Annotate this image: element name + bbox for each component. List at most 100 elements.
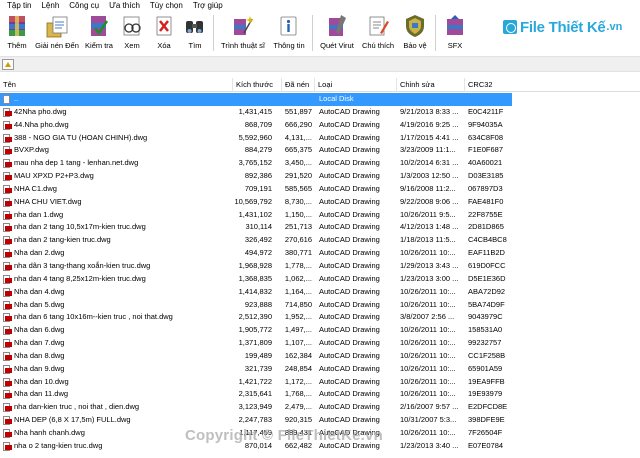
up-folder-button[interactable] [2, 59, 14, 70]
column-crc32[interactable]: CRC32 [464, 78, 512, 92]
menu-tools[interactable]: Công cụ [64, 0, 104, 12]
dwg-file-icon [2, 236, 12, 246]
parent-folder-row[interactable]: .. Local Disk [0, 93, 512, 106]
file-row[interactable]: 42Nha pho.dwg 1,431,415 551,897 AutoCAD Dra… [0, 106, 640, 119]
test-button[interactable]: Kiểm tra [82, 12, 116, 54]
wizard-button[interactable]: Trình thuật sĩ [217, 12, 269, 54]
file-row[interactable]: MAU XPXD P2+P3.dwg 892,386 291,520 AutoCAD … [0, 170, 640, 183]
file-row[interactable]: NHA C1.dwg 709,191 585,565 AutoCAD Drawing 9… [0, 183, 640, 196]
file-type: AutoCAD Drawing [319, 338, 380, 348]
menu-file[interactable]: Tập tin [2, 0, 36, 12]
file-row[interactable]: nha dân 3 tang-thang xoắn-kien truc.dwg 1… [0, 260, 640, 273]
column-modified[interactable]: Chỉnh sửa [396, 78, 464, 92]
file-crc32: 40A60021 [468, 158, 503, 168]
find-button[interactable]: Tìm [180, 12, 210, 54]
add-button[interactable]: Thêm [2, 12, 32, 54]
file-type: AutoCAD Drawing [319, 119, 380, 129]
file-size: 709,191 [244, 183, 272, 193]
file-modified: 10/26/2011 10:... [400, 286, 456, 296]
file-row[interactable]: nha dan 1.dwg 1,431,102 1,150,... AutoCAD D… [0, 209, 640, 222]
file-crc32: 99232757 [468, 338, 502, 348]
file-modified: 10/26/2011 10:... [400, 376, 456, 386]
comment-button[interactable]: Chú thích [358, 12, 398, 54]
column-size[interactable]: Kích thước [232, 78, 276, 92]
file-name: Nha dan 4.dwg [14, 286, 65, 296]
test-icon [87, 13, 111, 39]
file-type: AutoCAD Drawing [319, 350, 380, 360]
file-packed-size: 1,497,... [284, 325, 312, 335]
delete-button[interactable]: Xóa [148, 12, 180, 54]
file-packed-size: 920,315 [284, 415, 312, 425]
menu-favorites[interactable]: Ưa thích [104, 0, 145, 12]
add-label: Thêm [7, 41, 27, 50]
file-name: Nha dan 9.dwg [14, 363, 65, 373]
file-row[interactable]: Nha dan 11.dwg 2,315,641 1,768,... AutoCAD … [0, 388, 640, 401]
file-size: 1,431,415 [238, 106, 272, 116]
column-packed[interactable]: Đã nén [281, 78, 314, 92]
file-packed-size: 4,131,... [284, 132, 312, 142]
dwg-file-icon [2, 351, 12, 361]
file-packed-size: 1,062,... [284, 273, 312, 283]
virus-scan-button[interactable]: Quét Virut [316, 12, 358, 54]
file-size: 5,592,960 [238, 132, 272, 142]
file-size: 2,247,783 [238, 415, 272, 425]
address-bar [0, 56, 640, 72]
file-row[interactable]: Nha dan 4.dwg 1,414,832 1,164,... AutoCAD D… [0, 286, 640, 299]
file-row[interactable]: Nha dan 10.dwg 1,421,722 1,172,... AutoCAD … [0, 376, 640, 389]
file-packed-size: 3,450,... [284, 158, 312, 168]
menu-options[interactable]: Tùy chọn [145, 0, 188, 12]
file-modified: 10/2/2014 6:31 ... [400, 158, 459, 168]
logo-text-file: File [520, 18, 545, 36]
file-modified: 1/23/2013 3:40 ... [400, 440, 459, 450]
dwg-file-icon [2, 428, 12, 438]
file-row[interactable]: 44.Nha pho.dwg 868,709 666,290 AutoCAD Draw… [0, 119, 640, 132]
file-row[interactable]: nha dan 4 tang 8,25x12m-kien truc.dwg 1,3… [0, 273, 640, 286]
file-size: 1,431,102 [238, 209, 272, 219]
file-row[interactable]: Nha dan 9.dwg 321,739 248,854 AutoCAD Drawi… [0, 363, 640, 376]
dwg-file-icon [2, 197, 12, 207]
file-name: nha dan 4 tang 8,25x12m-kien truc.dwg [14, 273, 146, 283]
file-row[interactable]: nha dan 2 tang-kien truc.dwg 326,492 270,6… [0, 234, 640, 247]
file-type: AutoCAD Drawing [319, 363, 380, 373]
file-row[interactable]: mau nha dep 1 tang - lenhan.net.dwg 3,765… [0, 157, 640, 170]
file-row[interactable]: NHA CHU VIET.dwg 10,569,792 8,730,... AutoC… [0, 196, 640, 209]
dwg-file-icon [2, 364, 12, 374]
sfx-button[interactable]: SFX [439, 12, 471, 54]
file-row[interactable]: Nha dan 6.dwg 1,905,772 1,497,... AutoCAD D… [0, 324, 640, 337]
column-header: Tên Kích thước Đã nén Loại Chỉnh sửa CRC… [0, 78, 640, 92]
file-row[interactable]: Nha dan 7.dwg 1,371,809 1,107,... AutoCAD D… [0, 337, 640, 350]
file-name: Nha dan 6.dwg [14, 325, 65, 335]
file-crc32: 619D0FCC [468, 260, 506, 270]
file-size: 1,968,928 [238, 260, 272, 270]
menu-commands[interactable]: Lệnh [36, 0, 64, 12]
file-packed-size: 1,768,... [284, 389, 312, 399]
file-row[interactable]: NHA DEP (6,8 X 17,5m) FULL.dwg 2,247,783 9… [0, 414, 640, 427]
info-button[interactable]: Thông tin [269, 12, 309, 54]
column-name[interactable]: Tên [0, 78, 232, 92]
wizard-icon [231, 13, 255, 39]
column-type[interactable]: Loại [314, 78, 396, 92]
file-row[interactable]: Nha dan 8.dwg 199,489 162,384 AutoCAD Drawi… [0, 350, 640, 363]
file-type: Local Disk [319, 94, 354, 103]
file-crc32: ABA72D92 [468, 286, 506, 296]
file-row[interactable]: nha dan-kien truc , noi that , dien.dwg 3… [0, 401, 640, 414]
file-row[interactable]: BVXP.dwg 884,279 665,375 AutoCAD Drawing 3/2… [0, 144, 640, 157]
file-name: Nha dan 5.dwg [14, 299, 65, 309]
file-row[interactable]: 388 - NGO GIA TU (HOAN CHINH).dwg 5,592,9… [0, 132, 640, 145]
file-packed-size: 380,771 [284, 248, 312, 258]
file-size: 2,315,641 [238, 389, 272, 399]
menu-help[interactable]: Trợ giúp [188, 0, 228, 12]
protect-button[interactable]: Bảo vệ [398, 12, 432, 54]
file-size: 868,709 [244, 119, 272, 129]
file-row[interactable]: Nha dan 2.dwg 494,972 380,771 AutoCAD Drawi… [0, 247, 640, 260]
file-name: Nha dan 10.dwg [14, 376, 69, 386]
extract-to-icon [45, 13, 69, 39]
file-row[interactable]: Nha dan 5.dwg 923,888 714,850 AutoCAD Drawi… [0, 299, 640, 312]
file-row[interactable]: nha dan 6 tang 10x16m--kien truc , noi t… [0, 311, 640, 324]
dwg-file-icon [2, 287, 12, 297]
file-type: AutoCAD Drawing [319, 299, 380, 309]
extract-to-button[interactable]: Giải nén Đến [32, 12, 82, 54]
view-button[interactable]: Xem [116, 12, 148, 54]
file-name: NHA DEP (6,8 X 17,5m) FULL.dwg [14, 415, 131, 425]
file-row[interactable]: nha dan 2 tang 10,5x17m-kien truc.dwg 310… [0, 221, 640, 234]
